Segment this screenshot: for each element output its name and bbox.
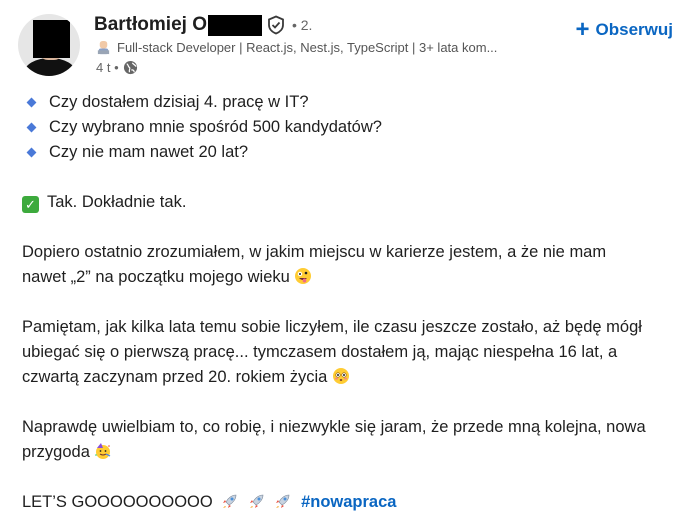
author-name[interactable]: Bartłomiej O <box>94 14 207 36</box>
text-line: przygoda <box>22 443 90 461</box>
globe-icon <box>123 60 137 75</box>
rocket-emoji <box>249 494 264 508</box>
partying-face-emoji <box>95 443 111 459</box>
plus-icon: + <box>575 16 590 43</box>
list-item: Czy wybrano mnie spośród 500 kandydatów? <box>22 115 682 140</box>
question-text: Czy wybrano mnie spośród 500 kandydatów? <box>49 118 382 136</box>
connection-degree: • 2. <box>291 17 313 33</box>
hashtag-link[interactable]: #nowapraca <box>301 493 396 511</box>
final-line: LET’S GOOOOOOOOOO #nowapraca <box>22 490 682 515</box>
text-line: Dopiero ostatnio zrozumiałem, w jakim mi… <box>22 243 607 261</box>
answer-line: ✓ Tak. Dokładnie tak. <box>22 190 682 215</box>
developer-emoji-icon <box>97 40 110 55</box>
question-text: Czy nie mam nawet 20 lat? <box>49 143 249 161</box>
zany-face-emoji <box>295 268 312 284</box>
avatar-shirt <box>24 58 76 76</box>
post-time: 4 t • <box>96 60 119 75</box>
list-item: Czy dostałem dzisiaj 4. pracę w IT? <box>22 90 682 115</box>
follow-button[interactable]: + Obserwuj <box>575 16 673 43</box>
text-line: czwartą zaczynam przed 20. rokiem życia <box>22 368 328 386</box>
final-text: LET’S GOOOOOOOOOO <box>22 493 213 511</box>
answer-text: Tak. Dokładnie tak. <box>47 193 187 211</box>
rocket-emoji <box>223 494 237 508</box>
blue-diamond-icon <box>26 97 37 108</box>
follow-label: Obserwuj <box>595 20 673 39</box>
flushed-face-emoji <box>332 368 349 384</box>
paragraph-3: Naprawdę uwielbiam to, co robię, i niezw… <box>22 415 682 465</box>
paragraph-2: Pamiętam, jak kilka lata temu sobie licz… <box>22 315 682 390</box>
blue-diamond-icon <box>26 147 37 158</box>
list-item: Czy nie mam nawet 20 lat? <box>22 140 682 165</box>
avatar-censor-bar <box>33 20 70 58</box>
question-text: Czy dostałem dzisiaj 4. pracę w IT? <box>49 93 309 111</box>
name-censor-bar <box>207 14 262 36</box>
text-line: Pamiętam, jak kilka lata temu sobie licz… <box>22 318 642 336</box>
post-meta: 4 t • <box>96 60 138 75</box>
text-line: nawet „2” na początku mojego wieku <box>22 268 290 286</box>
author-avatar[interactable] <box>18 14 80 76</box>
author-name-row: Bartłomiej O • 2. <box>94 14 312 36</box>
paragraph-1: Dopiero ostatnio zrozumiałem, w jakim mi… <box>22 240 682 290</box>
text-line: Naprawdę uwielbiam to, co robię, i niezw… <box>22 418 646 436</box>
author-headline-row: Full-stack Developer | React.js, Nest.js… <box>96 40 546 55</box>
blue-diamond-icon <box>26 122 37 133</box>
post-body: Czy dostałem dzisiaj 4. pracę w IT? Czy … <box>22 90 682 515</box>
text-line: ubiegać się o pierwszą pracę... tymczase… <box>22 343 618 361</box>
check-mark-button-icon: ✓ <box>22 196 39 213</box>
author-headline: Full-stack Developer | React.js, Nest.js… <box>117 40 498 55</box>
rocket-emoji <box>276 494 290 508</box>
shield-check-icon <box>268 15 284 35</box>
